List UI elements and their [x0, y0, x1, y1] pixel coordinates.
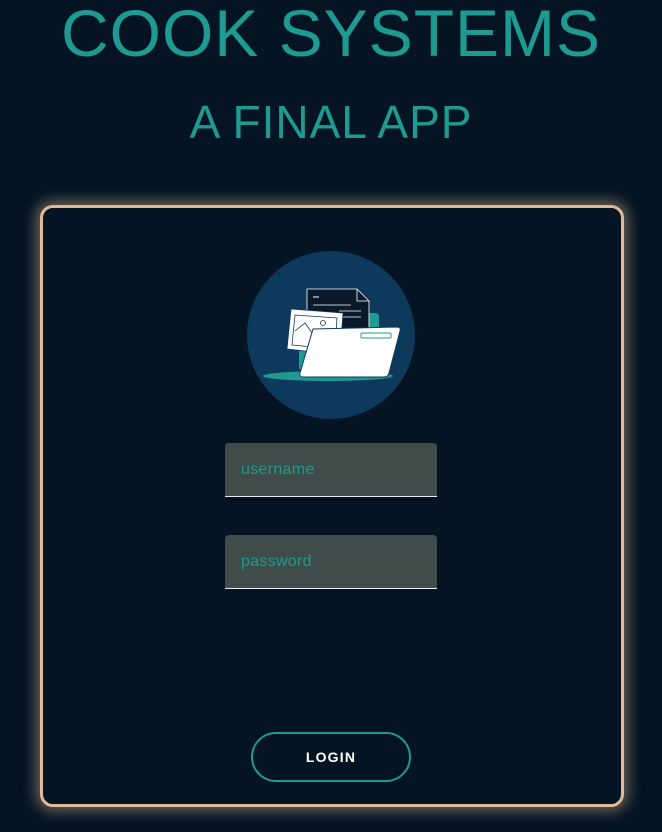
username-input[interactable]	[225, 443, 437, 496]
password-input[interactable]	[225, 535, 437, 588]
username-field	[225, 443, 437, 497]
app-subtitle: A FINAL APP	[189, 96, 473, 148]
brand-title: COOK SYSTEMS	[60, 0, 602, 70]
login-page: COOK SYSTEMS A FINAL APP username LOGIN	[0, 0, 662, 832]
password-field	[225, 535, 437, 589]
login-card: LOGIN	[40, 205, 624, 807]
folder-illustration	[263, 288, 401, 381]
folder-documents-icon	[247, 251, 415, 419]
login-button[interactable]: LOGIN	[251, 732, 411, 782]
